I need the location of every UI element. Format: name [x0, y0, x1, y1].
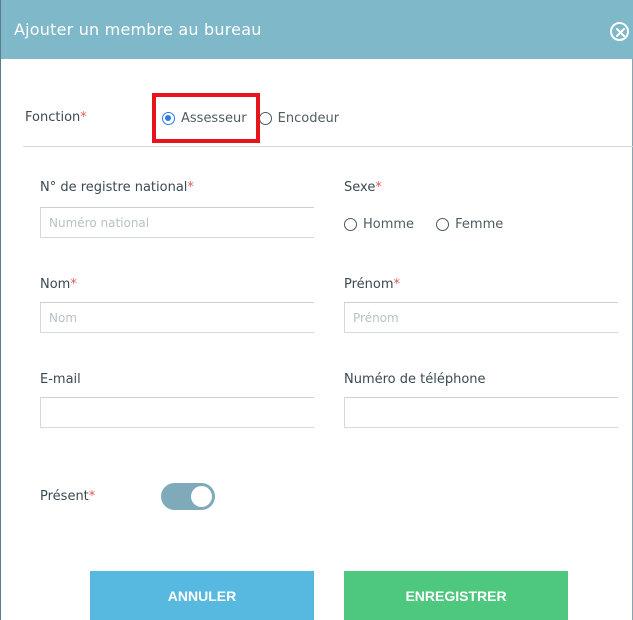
toggle-knob [191, 486, 212, 507]
radio-femme[interactable]: Femme [436, 217, 503, 232]
required-mark: * [187, 180, 194, 195]
radio-unchecked-icon[interactable] [258, 112, 272, 125]
prenom-label-text: Prénom [344, 277, 394, 292]
cancel-button[interactable]: ANNULER [90, 571, 314, 620]
telephone-label-text: Numéro de téléphone [344, 372, 486, 387]
email-label-text: E-mail [40, 372, 81, 387]
sexe-radio-group: Homme Femme [344, 216, 520, 235]
fonction-label-text: Fonction [25, 110, 81, 125]
sexe-label: Sexe* [344, 180, 382, 195]
required-mark: * [393, 277, 401, 292]
required-mark: * [70, 277, 77, 292]
email-label: E-mail [40, 372, 81, 387]
prenom-label: Prénom* [344, 277, 400, 292]
telephone-label: Numéro de téléphone [344, 372, 486, 387]
nom-label-text: Nom [40, 277, 71, 292]
radio-unchecked-icon[interactable] [436, 218, 450, 231]
add-member-dialog: Ajouter un membre au bureau Fonction* As… [0, 0, 633, 620]
sexe-label-text: Sexe [344, 180, 376, 195]
radio-homme-label: Homme [363, 217, 415, 232]
close-button[interactable] [610, 22, 629, 41]
dialog-header: Ajouter un membre au bureau [1, 0, 633, 59]
fonction-label: Fonction* [25, 110, 87, 125]
registre-label: N° de registre national* [40, 180, 194, 195]
registre-input[interactable] [40, 207, 314, 238]
required-mark: * [80, 110, 87, 125]
dialog-title: Ajouter un membre au bureau [14, 20, 262, 39]
nom-input[interactable] [40, 302, 314, 333]
radio-homme[interactable]: Homme [344, 217, 414, 232]
telephone-input[interactable] [344, 397, 618, 428]
close-circle-icon [616, 28, 625, 37]
save-button[interactable]: ENREGISTRER [344, 571, 568, 620]
prenom-input[interactable] [344, 302, 618, 333]
present-toggle[interactable] [161, 483, 215, 510]
section-divider [23, 146, 633, 147]
registre-label-text: N° de registre national [40, 180, 188, 195]
radio-encodeur[interactable]: Encodeur [258, 111, 340, 126]
radio-unchecked-icon[interactable] [344, 218, 357, 231]
highlight-box [152, 93, 260, 143]
email-input[interactable] [40, 397, 314, 428]
present-label: Présent* [40, 489, 95, 504]
radio-femme-label: Femme [455, 217, 504, 232]
nom-label: Nom* [40, 277, 77, 292]
required-mark: * [375, 180, 382, 195]
radio-encodeur-label: Encodeur [277, 111, 340, 126]
required-mark: * [88, 489, 96, 504]
present-label-text: Présent [40, 489, 89, 504]
